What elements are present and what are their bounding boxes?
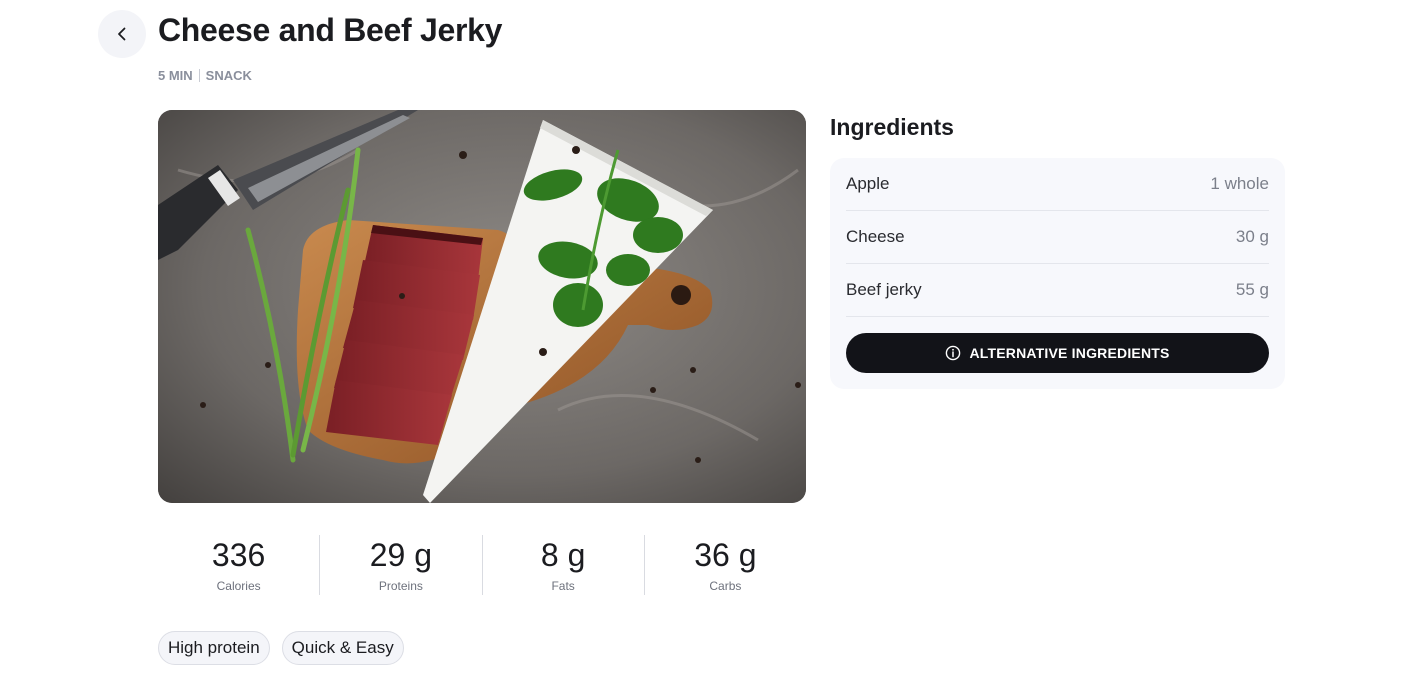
nutrient-calories: 336 Calories bbox=[158, 535, 321, 595]
ingredient-name: Beef jerky bbox=[846, 280, 922, 299]
alternative-ingredients-button[interactable]: ALTERNATIVE INGREDIENTS bbox=[846, 333, 1269, 373]
tag-high-protein[interactable]: High protein bbox=[158, 631, 270, 665]
recipe-meta: 5 MIN SNACK bbox=[158, 68, 252, 83]
nutrient-value: 336 bbox=[211, 537, 266, 573]
recipe-category: SNACK bbox=[205, 68, 252, 83]
recipe-tags: High protein Quick & Easy bbox=[158, 631, 404, 665]
ingredient-quantity: 30 g bbox=[1235, 227, 1269, 246]
nutrient-value: 29 g bbox=[369, 537, 433, 573]
recipe-time: 5 MIN bbox=[158, 68, 193, 83]
ingredient-quantity: 55 g bbox=[1235, 280, 1269, 299]
alternative-ingredients-label: ALTERNATIVE INGREDIENTS bbox=[969, 345, 1170, 361]
ingredients-heading: Ingredients bbox=[830, 114, 954, 140]
ingredient-name: Apple bbox=[846, 174, 890, 193]
ingredient-quantity: 1 whole bbox=[1210, 174, 1269, 193]
nutrient-fats: 8 g Fats bbox=[483, 535, 645, 595]
nutrient-label: Carbs bbox=[709, 579, 742, 593]
nutrient-label: Fats bbox=[551, 579, 575, 593]
nutrient-value: 8 g bbox=[540, 537, 586, 573]
nutrient-proteins: 29 g Proteins bbox=[320, 535, 483, 595]
recipe-photo bbox=[158, 110, 806, 503]
ingredient-row: Cheese 30 g bbox=[846, 211, 1269, 264]
chevron-left-icon bbox=[118, 27, 126, 41]
recipe-page: Cheese and Beef Jerky 5 MIN SNACK 336 Ca… bbox=[0, 0, 1405, 687]
ingredient-name: Cheese bbox=[846, 227, 905, 246]
nutrient-carbs: 36 g Carbs bbox=[645, 535, 806, 595]
ingredient-row: Beef jerky 55 g bbox=[846, 264, 1269, 317]
page-title: Cheese and Beef Jerky bbox=[158, 12, 503, 48]
nutrient-label: Calories bbox=[216, 579, 261, 593]
nutrient-label: Proteins bbox=[378, 579, 423, 593]
info-icon bbox=[946, 345, 961, 361]
nutrition-summary: 336 Calories 29 g Proteins 8 g Fats 36 g… bbox=[158, 535, 806, 595]
ingredient-row: Apple 1 whole bbox=[846, 158, 1269, 211]
nutrient-value: 36 g bbox=[694, 537, 757, 573]
tag-quick-easy[interactable]: Quick & Easy bbox=[281, 631, 404, 665]
ingredients-card: Apple 1 whole Cheese 30 g Beef jerky 55 … bbox=[830, 158, 1285, 389]
meta-divider bbox=[198, 69, 200, 82]
back-button[interactable] bbox=[98, 10, 146, 58]
